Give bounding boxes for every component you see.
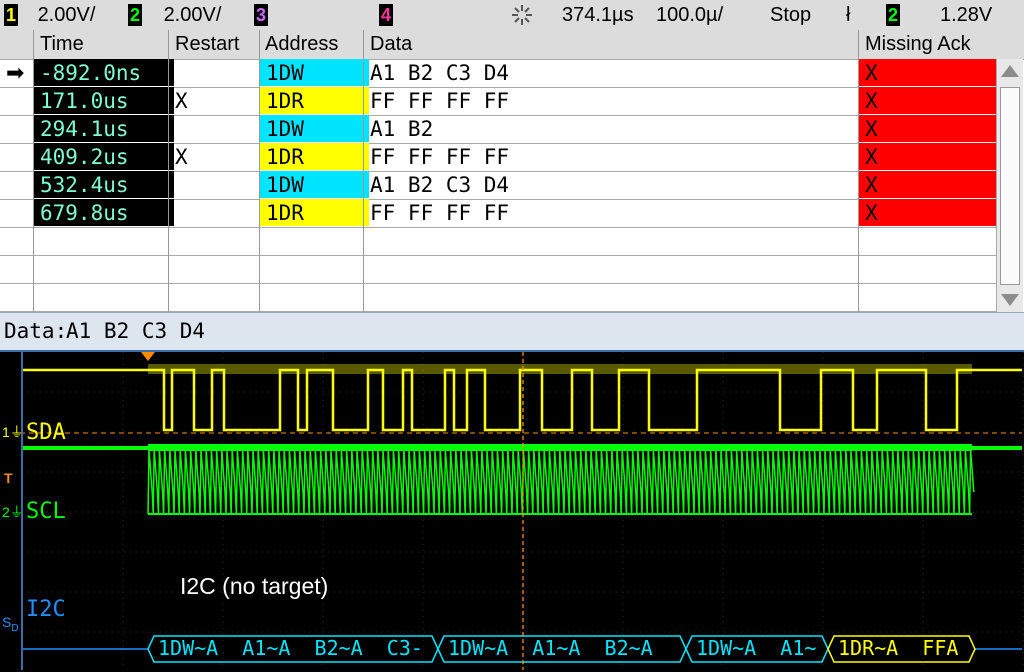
cell-address: 1DW [260,115,369,142]
cell-restart [169,59,265,86]
header-missing-ack[interactable]: Missing Ack [865,33,971,56]
channel-1-indicator[interactable]: 1 2.00V/ [4,4,95,27]
table-row[interactable]: 532.4us 1DW A1 B2 C3 D4 X [0,171,1002,200]
column-divider [33,30,34,312]
scl-ground-icon: 2⏚ [2,504,24,520]
cell-data: A1 B2 C3 D4 [370,61,510,85]
cell-data: A1 B2 [370,117,434,141]
table-row[interactable] [0,227,996,256]
data-strip-label: Data: [4,319,68,343]
cell-address: 1DR [260,199,369,226]
lister-header: Time Restart Address Data Missing Ack [0,30,1024,60]
channel-2-scale: 2.00V/ [163,4,222,26]
channel-2-indicator[interactable]: 2 2.00V/ [128,4,221,27]
channel-1-badge: 1 [4,4,18,26]
header-address[interactable]: Address [265,33,338,56]
selected-data-strip: Data: A1 B2 C3 D4 [0,312,1024,351]
bus-frame-label: 1DW~A A1~ [696,636,817,660]
cell-data: FF FF FF FF [370,89,510,113]
protocol-lister: Time Restart Address Data Missing Ack ➡ -… [0,30,1024,351]
cell-time: 532.4us [34,171,174,198]
delay-knob-icon [510,3,534,33]
cell-restart [169,171,265,198]
bus-frame-label: 1DW~A A1~A B2~A [448,636,653,660]
selected-row-arrow-icon: ➡ [6,60,25,85]
cell-time: 171.0us [34,87,174,114]
channel-2-badge: 2 [128,4,142,26]
cell-time: 409.2us [34,143,174,170]
cell-address: 1DR [260,87,369,114]
scl-channel-label[interactable]: SCL [26,499,66,524]
header-time[interactable]: Time [40,33,84,56]
trigger-source-indicator[interactable]: 2 [886,4,900,27]
cell-missing-ack: X [859,59,1002,86]
channel-4-indicator[interactable]: 4 [379,4,393,27]
channel-3-badge: 3 [254,4,268,26]
cell-time: 294.1us [34,115,174,142]
waveform-canvas [20,352,1024,670]
cell-restart: X [175,89,188,113]
table-row[interactable]: 679.8us 1DR FF FF FF FF X [0,199,1002,228]
column-divider [858,30,859,312]
table-row[interactable]: ➡ -892.0ns 1DW A1 B2 C3 D4 X [0,59,1002,88]
cell-restart: X [175,145,188,169]
arrow-up-icon [1001,65,1019,77]
waveform-display[interactable]: 1⏚ SDA T 2⏚ SCL I2C (no target) SD I2C 1… [0,350,1024,672]
table-row[interactable]: 294.1us 1DW A1 B2 X [0,115,1002,144]
run-state[interactable]: Stop [770,4,811,27]
serial-decode-icon: SD [2,614,19,634]
cell-time: 679.8us [34,199,174,226]
cell-data: FF FF FF FF [370,145,510,169]
sda-trace [22,364,1022,432]
cell-missing-ack: X [859,143,1002,170]
scroll-down-button[interactable] [998,287,1022,311]
header-data[interactable]: Data [370,33,412,56]
trigger-source-badge: 2 [886,4,900,26]
status-bar: 1 2.00V/ 2 2.00V/ 3 4 374.1µs 100.0µ/ St… [0,0,1024,30]
trigger-edge-icon: ł [846,4,851,26]
trigger-level[interactable]: 1.28V [940,4,992,27]
cell-data: FF FF FF FF [370,201,510,225]
data-strip-value: A1 B2 C3 D4 [66,319,206,343]
channel-4-badge: 4 [379,4,393,26]
cell-address: 1DR [260,143,369,170]
cell-missing-ack: X [859,115,1002,142]
cell-address: 1DW [260,59,369,86]
trigger-t-icon: T [4,470,13,486]
channel-3-indicator[interactable]: 3 [254,4,268,27]
cell-address: 1DW [260,171,369,198]
cell-restart [169,199,265,226]
cell-missing-ack: X [859,87,1002,114]
cell-missing-ack: X [859,199,1002,226]
column-divider [168,30,169,312]
channel-1-scale: 2.00V/ [37,4,96,26]
lister-scrollbar[interactable] [996,59,1023,312]
cell-missing-ack: X [859,171,1002,198]
scroll-up-button[interactable] [998,60,1022,84]
horizontal-delay[interactable]: 374.1µs [562,4,634,27]
table-row[interactable] [0,283,996,312]
sda-channel-label[interactable]: SDA [26,420,66,445]
i2c-bus-label[interactable]: I2C [26,597,66,622]
bus-frame-label: 1DR~A FFA [838,636,959,660]
waveform-annotation: I2C (no target) [180,573,329,599]
header-restart[interactable]: Restart [175,33,239,56]
scl-trace [22,444,1022,515]
bus-frame-label: 1DW~A A1~A B2~A C3- [158,636,423,660]
arrow-down-icon [1001,294,1019,306]
scroll-thumb[interactable] [1000,87,1020,285]
table-row[interactable]: 409.2us X 1DR FF FF FF FF X [0,143,1002,172]
column-divider [259,30,260,312]
cell-time: -892.0ns [34,59,174,86]
sda-ground-icon: 1⏚ [2,424,24,440]
trigger-position-marker[interactable] [141,352,155,361]
table-row[interactable] [0,255,996,284]
timebase[interactable]: 100.0µ/ [656,4,723,27]
table-row[interactable]: 171.0us X 1DR FF FF FF FF X [0,87,1002,116]
cell-restart [169,115,265,142]
cell-data: A1 B2 C3 D4 [370,173,510,197]
column-divider [363,30,364,312]
